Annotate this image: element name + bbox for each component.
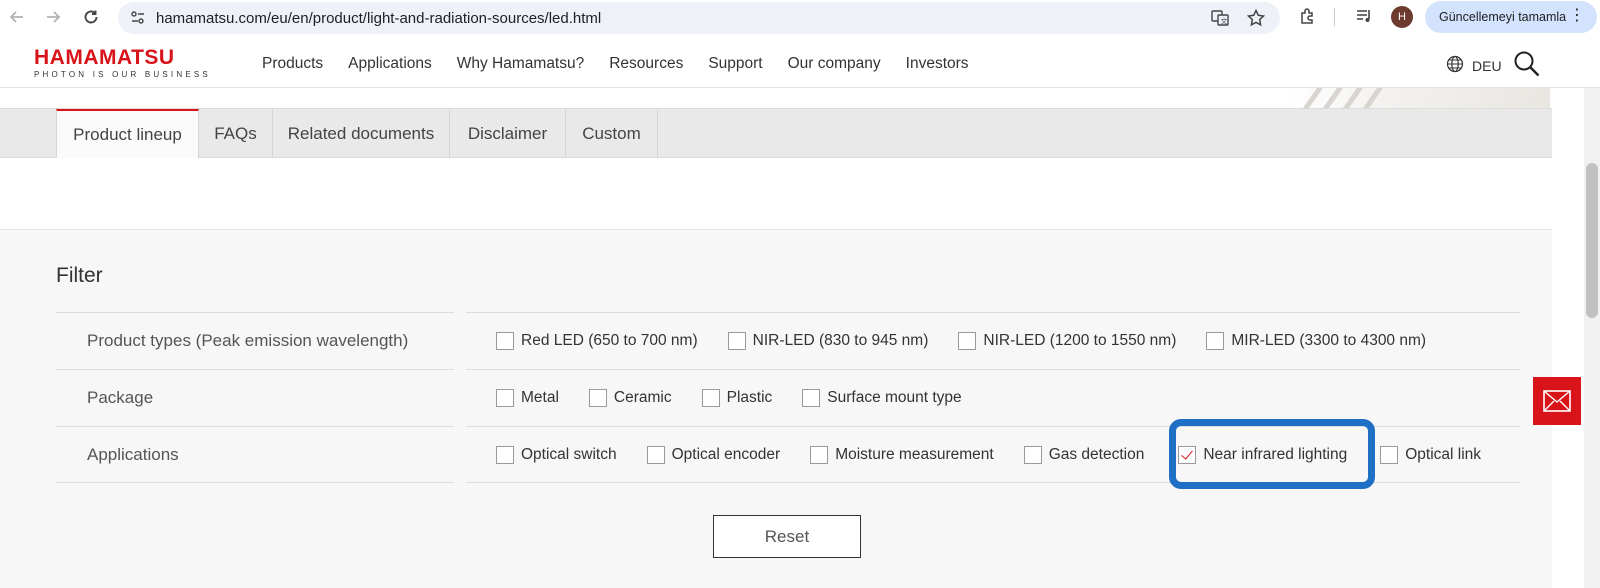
search-icon[interactable] <box>1513 50 1541 83</box>
filter-row-label: Package <box>56 369 454 426</box>
filter-option-mir-led[interactable]: MIR-LED (3300 to 4300 nm) <box>1206 332 1426 350</box>
back-arrow-icon[interactable] <box>2 2 32 32</box>
checkbox[interactable] <box>588 389 607 407</box>
mail-icon <box>1543 390 1571 412</box>
checkbox-checked[interactable] <box>1178 445 1197 464</box>
site-info-icon[interactable] <box>128 8 148 28</box>
content-spacer <box>0 158 1552 230</box>
browser-toolbar: hamamatsu.com/eu/en/product/light-and-ra… <box>0 0 1600 40</box>
nav-why-hamamatsu[interactable]: Why Hamamatsu? <box>457 55 584 73</box>
filter-row-label: Product types (Peak emission wavelength) <box>56 312 454 369</box>
extensions-icon[interactable] <box>1298 6 1318 26</box>
checkbox[interactable] <box>496 389 514 407</box>
forward-arrow-icon[interactable] <box>38 2 68 32</box>
header-decoration <box>1290 88 1550 108</box>
checkbox[interactable] <box>1206 332 1225 350</box>
bookmark-star-icon[interactable] <box>1246 8 1266 28</box>
tab-faqs[interactable]: FAQs <box>199 109 273 158</box>
media-queue-icon[interactable] <box>1354 6 1374 26</box>
page-scrollbar[interactable] <box>1584 88 1600 588</box>
filter-option-nir-led-830[interactable]: NIR-LED (830 to 945 nm) <box>727 332 928 350</box>
tab-custom[interactable]: Custom <box>566 109 658 158</box>
update-button[interactable]: Güncellemeyi tamamla ⋮ <box>1425 1 1597 33</box>
tab-related-documents[interactable]: Related documents <box>273 109 450 158</box>
filter-row-label: Applications <box>56 426 454 483</box>
profile-avatar[interactable]: H <box>1391 6 1413 28</box>
nav-applications[interactable]: Applications <box>348 55 432 73</box>
contact-mail-button[interactable] <box>1533 377 1581 425</box>
checkbox[interactable] <box>810 445 829 464</box>
checkbox[interactable] <box>1023 445 1042 464</box>
url-text[interactable]: hamamatsu.com/eu/en/product/light-and-ra… <box>156 10 601 27</box>
checkbox[interactable] <box>1380 445 1399 464</box>
filter-option-gas-detection[interactable]: Gas detection <box>1023 445 1144 464</box>
translate-icon[interactable]: 文 <box>1210 8 1230 28</box>
nav-investors[interactable]: Investors <box>906 55 969 73</box>
filter-option-surface-mount[interactable]: Surface mount type <box>802 389 962 407</box>
filter-option-optical-link[interactable]: Optical link <box>1380 445 1481 464</box>
checkbox[interactable] <box>701 389 720 407</box>
reset-button[interactable]: Reset <box>713 515 861 558</box>
site-header: HAMAMATSU PHOTON IS OUR BUSINESS Product… <box>0 40 1600 88</box>
nav-our-company[interactable]: Our company <box>788 55 881 73</box>
filter-row-applications: Applications Optical switch Optical enco… <box>56 426 1520 483</box>
filter-option-optical-encoder[interactable]: Optical encoder <box>646 445 780 464</box>
checkbox[interactable] <box>496 332 514 350</box>
filter-options: Metal Ceramic Plastic Surface mount type <box>466 369 1520 426</box>
nav-products[interactable]: Products <box>262 55 323 73</box>
main-nav: Products Applications Why Hamamatsu? Res… <box>262 55 994 73</box>
more-menu-icon[interactable]: ⋮ <box>1569 8 1585 24</box>
checkbox[interactable] <box>958 332 977 350</box>
filter-option-red-led[interactable]: Red LED (650 to 700 nm) <box>496 332 698 350</box>
filter-option-plastic[interactable]: Plastic <box>701 389 772 407</box>
svg-text:文: 文 <box>1221 17 1228 26</box>
filter-row-product-types: Product types (Peak emission wavelength)… <box>56 312 1520 369</box>
address-bar[interactable]: hamamatsu.com/eu/en/product/light-and-ra… <box>118 2 1280 34</box>
nav-support[interactable]: Support <box>708 55 762 73</box>
nav-resources[interactable]: Resources <box>609 55 683 73</box>
update-label: Güncellemeyi tamamla <box>1439 10 1567 24</box>
filter-title: Filter <box>56 264 103 287</box>
scrollbar-thumb[interactable] <box>1586 163 1598 318</box>
checkbox[interactable] <box>727 332 746 350</box>
filter-options: Optical switch Optical encoder Moisture … <box>466 426 1520 483</box>
checkbox[interactable] <box>496 445 514 464</box>
tab-product-lineup[interactable]: Product lineup <box>56 109 199 158</box>
hamamatsu-logo[interactable]: HAMAMATSU PHOTON IS OUR BUSINESS <box>34 47 211 79</box>
filter-option-metal[interactable]: Metal <box>496 389 559 407</box>
filter-option-moisture-measurement[interactable]: Moisture measurement <box>810 445 994 464</box>
filter-option-ceramic[interactable]: Ceramic <box>588 389 672 407</box>
filter-options: Red LED (650 to 700 nm) NIR-LED (830 to … <box>466 312 1520 369</box>
tab-disclaimer[interactable]: Disclaimer <box>450 109 566 158</box>
checkbox[interactable] <box>646 445 665 464</box>
globe-icon <box>1446 55 1464 76</box>
product-tabs: Product lineup FAQs Related documents Di… <box>0 108 1552 158</box>
filter-option-near-infrared-lighting[interactable]: Near infrared lighting <box>1178 445 1347 464</box>
reload-icon[interactable] <box>76 2 106 32</box>
filter-row-package: Package Metal Ceramic Plastic Surface mo… <box>56 369 1520 426</box>
language-selector[interactable]: DEU <box>1446 55 1502 76</box>
filter-option-nir-led-1200[interactable]: NIR-LED (1200 to 1550 nm) <box>958 332 1176 350</box>
filter-option-optical-switch[interactable]: Optical switch <box>496 445 617 464</box>
language-label: DEU <box>1472 57 1502 74</box>
checkbox[interactable] <box>802 389 821 407</box>
